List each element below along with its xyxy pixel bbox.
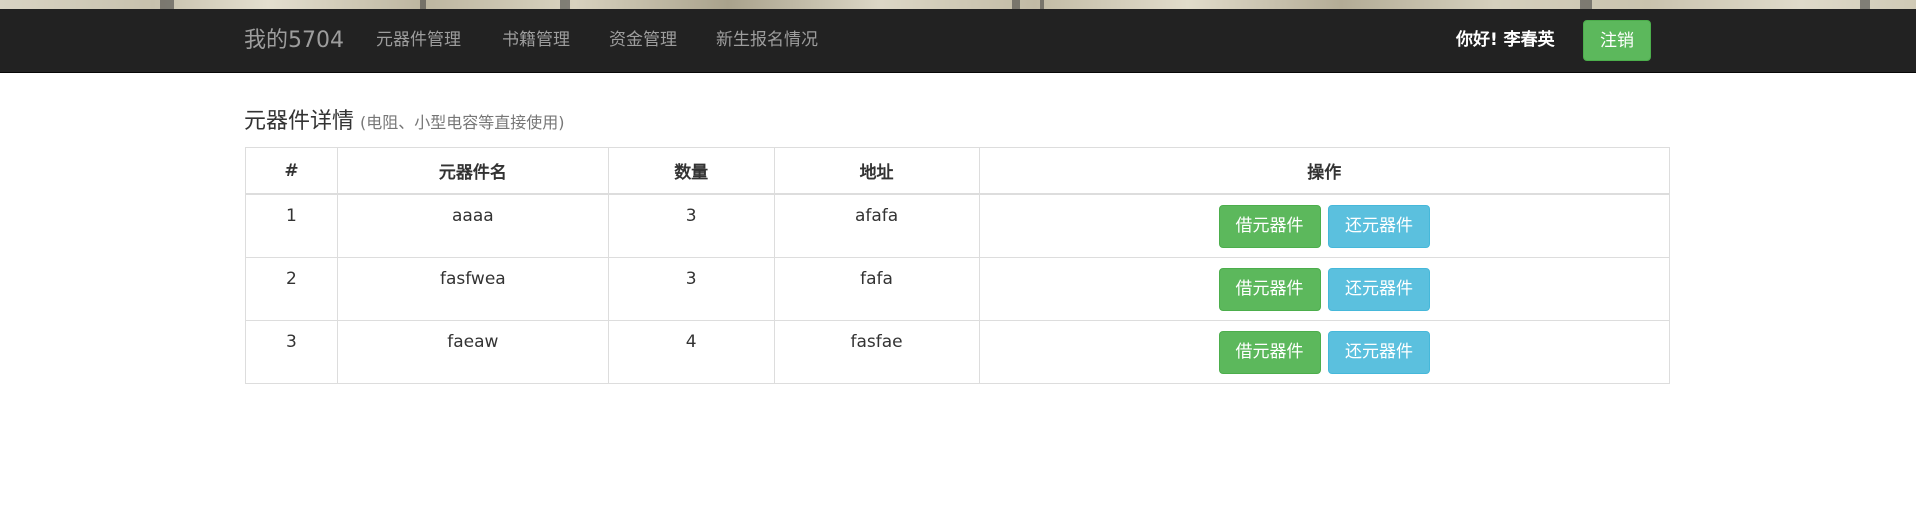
cell-actions: 借元器件 还元器件 — [978, 319, 1670, 384]
cell-name: fasfwea — [336, 256, 609, 321]
table-row: 1 aaaa 3 afafa 借元器件 还元器件 — [245, 193, 1670, 258]
borrow-button[interactable]: 借元器件 — [1218, 267, 1321, 311]
return-button[interactable]: 还元器件 — [1327, 267, 1430, 311]
cell-quantity: 3 — [607, 193, 775, 258]
cell-quantity: 4 — [607, 319, 775, 384]
cell-actions: 借元器件 还元器件 — [978, 193, 1670, 258]
cell-name: aaaa — [336, 193, 609, 258]
column-header-actions: 操作 — [978, 147, 1670, 195]
nav-link-funds[interactable]: 资金管理 — [609, 9, 677, 72]
cell-address: afafa — [773, 193, 980, 258]
table-row: 2 fasfwea 3 fafa 借元器件 还元器件 — [245, 256, 1670, 321]
table-header-row: # 元器件名 数量 地址 操作 — [245, 147, 1670, 195]
nav-link-books[interactable]: 书籍管理 — [502, 9, 570, 72]
cell-index: 3 — [245, 319, 338, 384]
cell-index: 1 — [245, 193, 338, 258]
column-header-name: 元器件名 — [336, 147, 609, 195]
brand-link[interactable]: 我的5704 — [244, 9, 344, 72]
cell-address: fasfae — [773, 319, 980, 384]
table-row: 3 faeaw 4 fasfae 借元器件 还元器件 — [245, 319, 1670, 384]
return-button[interactable]: 还元器件 — [1327, 330, 1430, 374]
header-background-image — [0, 0, 1916, 9]
cell-actions: 借元器件 还元器件 — [978, 256, 1670, 321]
borrow-button[interactable]: 借元器件 — [1218, 330, 1321, 374]
cell-quantity: 3 — [607, 256, 775, 321]
return-button[interactable]: 还元器件 — [1327, 205, 1430, 248]
user-greeting: 你好! 李春英 — [1456, 30, 1555, 50]
column-header-quantity: 数量 — [607, 147, 775, 195]
logout-button[interactable]: 注销 — [1583, 20, 1651, 61]
column-header-index: # — [245, 147, 338, 195]
page-title-text: 元器件详情 — [244, 109, 355, 134]
top-navbar: 我的5704 元器件管理 书籍管理 资金管理 新生报名情况 你好! 李春英 注销 — [0, 9, 1916, 73]
borrow-button[interactable]: 借元器件 — [1218, 205, 1321, 248]
nav-link-enrollment[interactable]: 新生报名情况 — [716, 9, 818, 72]
components-table: # 元器件名 数量 地址 操作 1 aaaa 3 afafa 借元器件 还元器件… — [245, 147, 1670, 384]
column-header-address: 地址 — [773, 147, 980, 195]
cell-index: 2 — [245, 256, 338, 321]
nav-link-components[interactable]: 元器件管理 — [376, 9, 461, 72]
page-title: 元器件详情 (电阻、小型电容等直接使用) — [244, 106, 565, 139]
cell-address: fafa — [773, 256, 980, 321]
cell-name: faeaw — [336, 319, 609, 384]
page-subtitle: (电阻、小型电容等直接使用) — [360, 113, 565, 132]
